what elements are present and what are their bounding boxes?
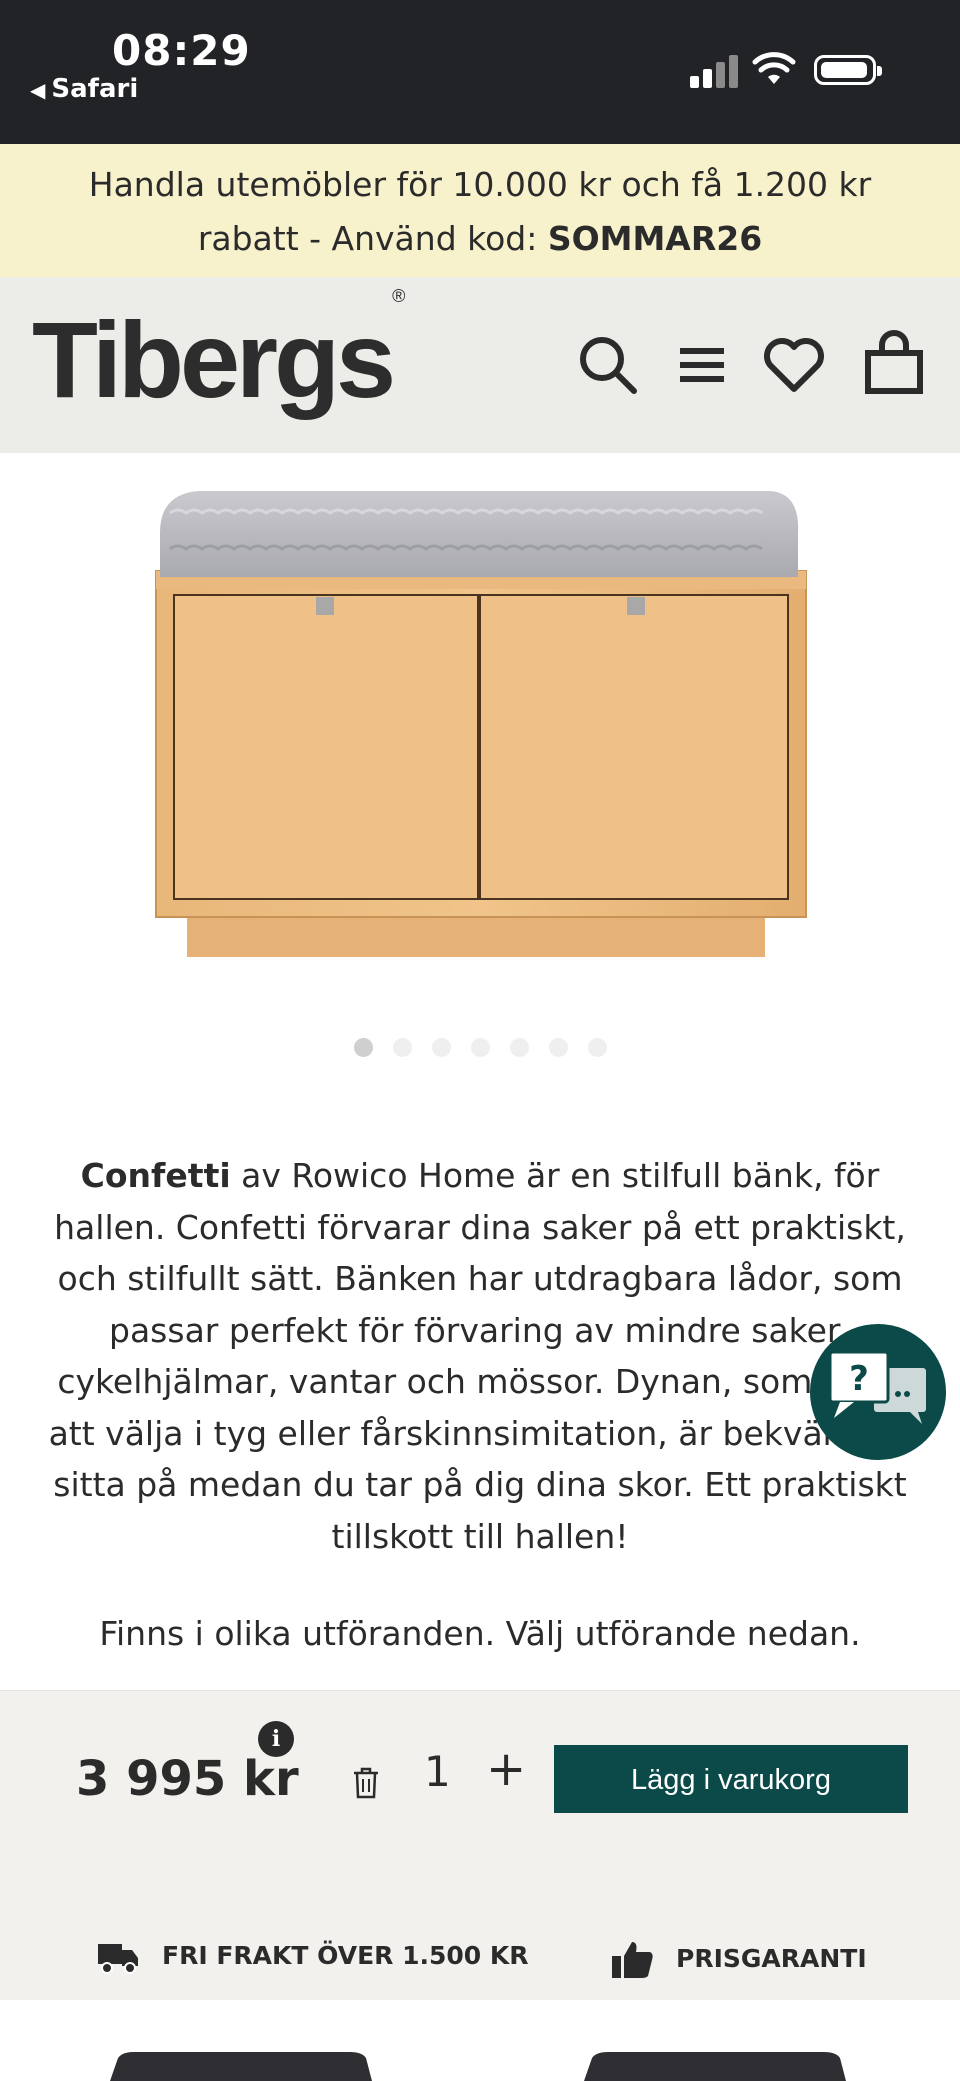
promo-line-2-prefix: rabatt - Använd kod:: [197, 219, 548, 258]
related-products-preview: [110, 2052, 846, 2081]
truck-icon: [98, 1944, 138, 1974]
variants-note: Finns i olika utföranden. Välj utförande…: [99, 1614, 861, 1653]
usp-free-shipping-label: FRI FRAKT ÖVER 1.500 KR: [162, 1941, 529, 1970]
back-triangle-icon: ◀: [30, 78, 46, 102]
signal-icon: [690, 52, 738, 88]
site-header: Tibergs®: [0, 277, 960, 453]
carousel-dot[interactable]: [470, 1038, 490, 1057]
back-app-label: Safari: [51, 74, 139, 104]
description-text: av Rowico Home är en stilfull bänk, för …: [48, 1156, 912, 1556]
promo-code: SOMMAR26: [547, 219, 763, 258]
logo-text: Tibergs: [32, 299, 396, 420]
back-to-app-link[interactable]: ◀ Safari: [30, 74, 138, 104]
related-products-strip: [0, 2000, 960, 2081]
tibergs-logo[interactable]: Tibergs®: [32, 286, 405, 422]
carousel-dot[interactable]: [509, 1038, 529, 1057]
chat-icon: ?: [828, 1350, 926, 1424]
price-info-icon[interactable]: i: [258, 1721, 294, 1757]
cart-icon[interactable]: [858, 329, 930, 401]
product-name: Confetti: [80, 1156, 231, 1195]
promo-banner[interactable]: Handla utemöbler för 10.000 kr och få 1.…: [0, 144, 960, 277]
battery-icon: [814, 55, 882, 85]
price: 3 995 kr: [76, 1751, 299, 1807]
usp-price-guarantee-label: PRISGARANTI: [676, 1944, 867, 1973]
carousel-dot[interactable]: [431, 1038, 451, 1057]
carousel-dot[interactable]: [548, 1038, 568, 1057]
add-to-cart-button[interactable]: Lägg i varukorg: [554, 1745, 908, 1813]
menu-icon[interactable]: [666, 329, 738, 401]
search-icon[interactable]: [572, 329, 644, 401]
increase-quantity-button[interactable]: +: [486, 1745, 526, 1793]
chat-button[interactable]: ?: [810, 1324, 946, 1460]
heart-icon[interactable]: [758, 329, 830, 401]
image-carousel-dots: [0, 1038, 960, 1061]
promo-line-1: Handla utemöbler för 10.000 kr och få 1.…: [88, 165, 872, 204]
wifi-icon: [752, 52, 796, 84]
promo-line-2: rabatt - Använd kod: SOMMAR26: [0, 212, 960, 266]
carousel-dot[interactable]: [353, 1038, 373, 1057]
usp-price-guarantee: PRISGARANTI: [612, 1940, 867, 1980]
status-bar: 08:29 ◀ Safari: [0, 0, 960, 144]
thumbs-up-icon: [612, 1942, 653, 1978]
carousel-dot[interactable]: [392, 1038, 412, 1057]
quantity-value[interactable]: 1: [424, 1747, 451, 1796]
logo-registered-mark: ®: [392, 286, 406, 306]
chat-question-glyph: ?: [849, 1359, 869, 1399]
product-image[interactable]: [0, 453, 960, 973]
bench-illustration: [155, 491, 807, 957]
carousel-dot[interactable]: [587, 1038, 607, 1057]
status-time: 08:29: [112, 26, 251, 75]
product-description: Confetti av Rowico Home är en stilfull b…: [30, 1150, 930, 1562]
trash-icon[interactable]: [352, 1767, 380, 1799]
usp-free-shipping: FRI FRAKT ÖVER 1.500 KR: [98, 1940, 529, 1974]
